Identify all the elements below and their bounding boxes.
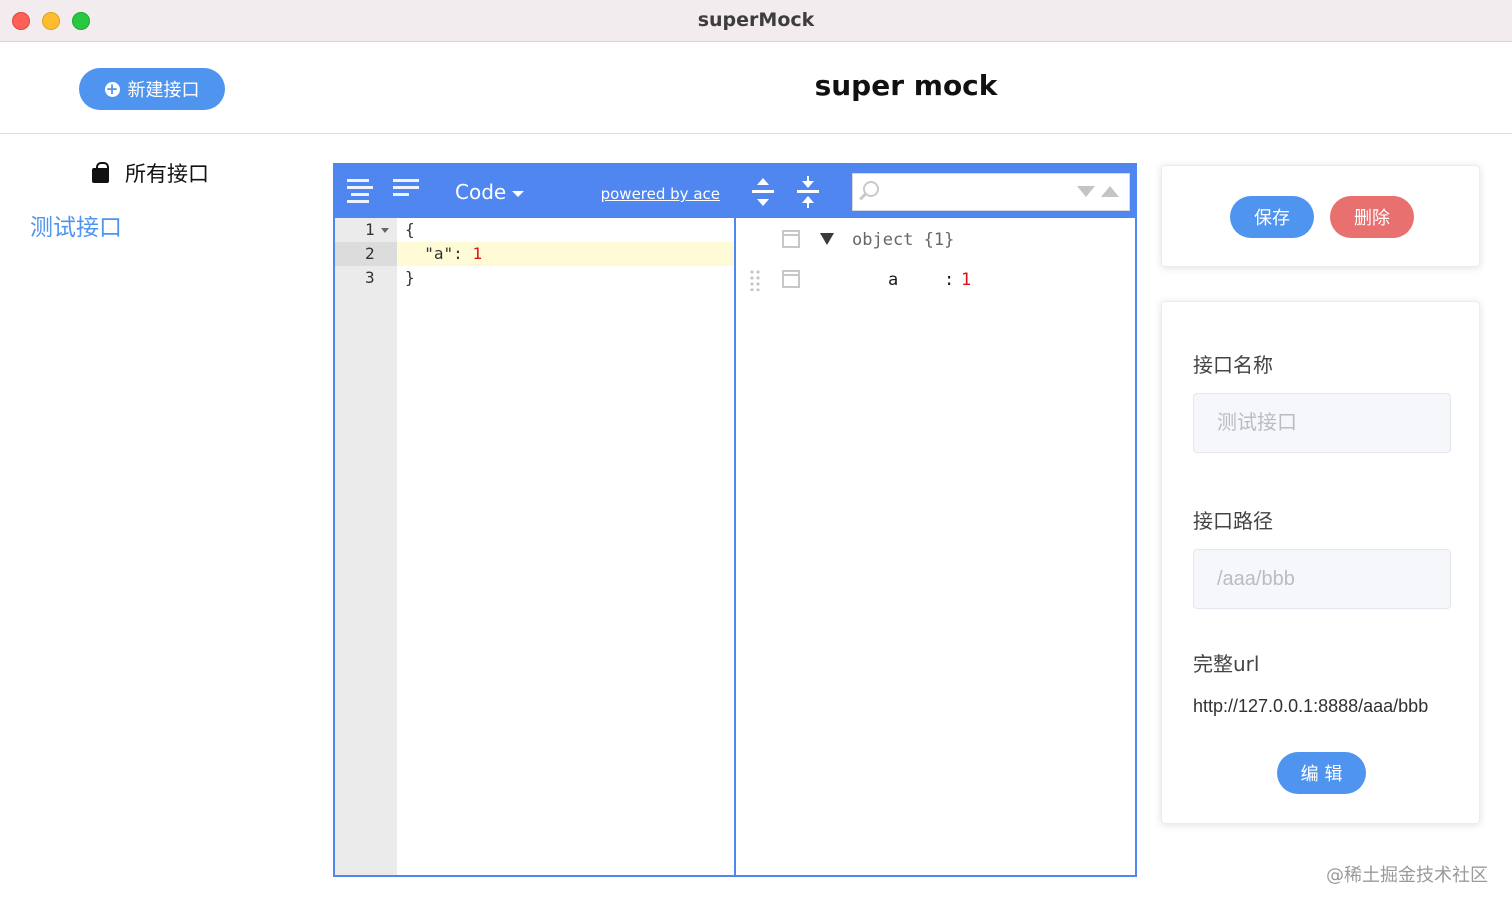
powered-by-ace-link[interactable]: powered by ace <box>601 185 720 203</box>
compact-icon[interactable] <box>393 179 419 203</box>
checkbox-icon[interactable] <box>782 270 800 288</box>
line-number: 1 <box>335 218 397 242</box>
full-url-label: 完整url <box>1193 652 1260 676</box>
expand-triangle-icon[interactable] <box>820 233 834 245</box>
api-path-field[interactable]: /aaa/bbb <box>1193 549 1451 609</box>
collapse-all-icon[interactable] <box>795 176 821 208</box>
window-title: superMock <box>697 9 815 31</box>
tree-menubar <box>736 165 1135 218</box>
expand-all-icon[interactable] <box>750 176 776 208</box>
line-gutter <box>335 218 397 875</box>
tree-pane: object {1} a : 1 <box>734 163 1137 877</box>
code-line[interactable]: } <box>397 266 734 290</box>
shopping-bag-icon <box>92 161 109 183</box>
checkbox-icon[interactable] <box>782 230 800 248</box>
caret-down-icon <box>512 190 525 197</box>
code-line[interactable]: { <box>397 218 734 242</box>
search-next-icon[interactable] <box>1077 186 1095 197</box>
tree-root-label: object {1} <box>852 230 955 250</box>
json-editor: Code powered by ace 1 2 3 { "a": 1 } obj… <box>333 163 1137 877</box>
search-prev-icon[interactable] <box>1101 186 1119 197</box>
format-icon[interactable] <box>347 179 373 203</box>
sidebar-item-test-api[interactable]: 测试接口 <box>30 208 122 242</box>
api-name-label: 接口名称 <box>1193 353 1273 377</box>
line-number: 3 <box>365 268 375 287</box>
search-input[interactable] <box>852 173 1130 211</box>
action-card: 保存 删除 <box>1161 165 1480 267</box>
tree-node-key[interactable]: a <box>888 270 898 290</box>
mode-label: Code <box>455 180 507 204</box>
tree-row[interactable]: a : 1 <box>736 263 1135 297</box>
api-form-card: 接口名称 测试接口 接口路径 /aaa/bbb 完整url http://127… <box>1161 301 1480 824</box>
app-title: super mock <box>814 69 998 102</box>
window-titlebar: superMock <box>0 0 1512 42</box>
edit-button[interactable]: 编 辑 <box>1277 752 1366 794</box>
app-header: + 新建接口 super mock <box>0 43 1512 134</box>
drag-handle-icon[interactable] <box>749 269 761 291</box>
tree-row-root[interactable]: object {1} <box>736 223 1135 257</box>
fold-toggle-icon[interactable] <box>380 228 389 233</box>
tree-node-value[interactable]: 1 <box>961 270 971 290</box>
code-pane: Code powered by ace 1 2 3 { "a": 1 } <box>333 163 736 877</box>
api-name-field[interactable]: 测试接口 <box>1193 393 1451 453</box>
watermark: @稀土掘金技术社区 <box>1326 865 1488 886</box>
mode-selector[interactable]: Code <box>455 180 525 204</box>
sidebar-all-apis[interactable]: 所有接口 <box>92 158 209 188</box>
api-path-label: 接口路径 <box>1193 509 1273 533</box>
save-button[interactable]: 保存 <box>1230 196 1314 238</box>
delete-button[interactable]: 删除 <box>1330 196 1414 238</box>
line-number: 2 <box>335 242 397 266</box>
tree-node-sep: : <box>944 270 955 290</box>
full-url-value: http://127.0.0.1:8888/aaa/bbb <box>1193 696 1429 716</box>
code-menubar: Code powered by ace <box>335 165 734 218</box>
sidebar-all-apis-label: 所有接口 <box>125 162 209 186</box>
search-icon <box>863 181 879 197</box>
code-line[interactable]: "a": 1 <box>397 242 734 266</box>
